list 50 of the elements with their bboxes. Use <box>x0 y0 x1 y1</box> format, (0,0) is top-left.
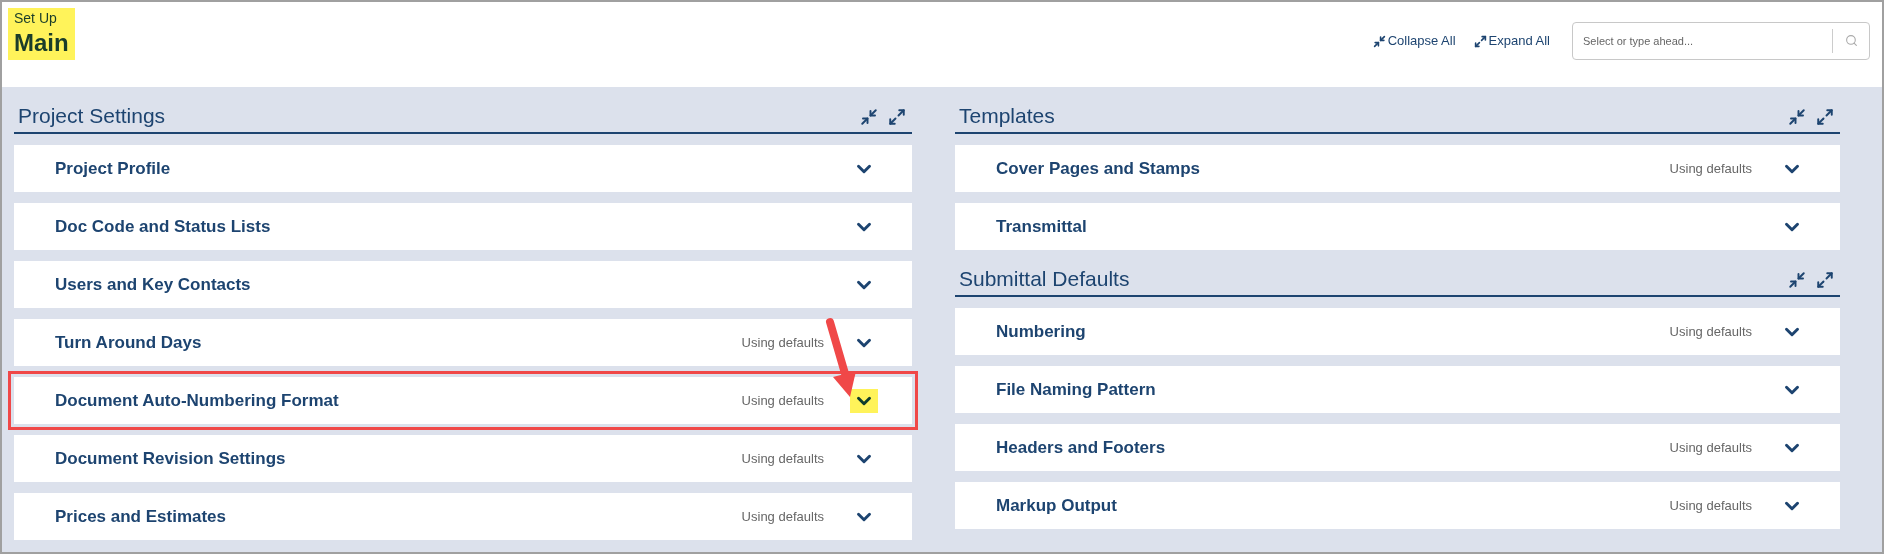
row-label: Document Auto-Numbering Format <box>55 389 340 412</box>
row-label: Transmittal <box>996 215 1088 238</box>
settings-row[interactable]: Markup Output Using defaults <box>955 482 1840 529</box>
section-title: Submittal Defaults <box>959 268 1131 289</box>
collapse-all-link[interactable]: Collapse All <box>1372 31 1456 51</box>
status-text: Using defaults <box>1669 438 1752 457</box>
status-text: Using defaults <box>1669 322 1752 341</box>
row-label: Prices and Estimates <box>55 505 228 528</box>
settings-row[interactable]: File Naming Pattern <box>955 366 1840 413</box>
settings-row[interactable]: Document Revision Settings Using defaults <box>14 435 912 482</box>
row-label: Users and Key Contacts <box>55 273 252 296</box>
settings-row[interactable]: Users and Key Contacts <box>14 261 912 308</box>
row-label: Cover Pages and Stamps <box>996 157 1202 180</box>
collapse-icon[interactable] <box>860 108 878 126</box>
collapse-icon[interactable] <box>1788 271 1806 289</box>
settings-row[interactable]: Doc Code and Status Lists <box>14 203 912 250</box>
status-text: Using defaults <box>741 391 824 410</box>
settings-row[interactable]: Transmittal <box>955 203 1840 250</box>
expand-icon[interactable] <box>1816 108 1834 126</box>
expand-icon <box>1473 34 1487 48</box>
status-text: Using defaults <box>741 333 824 352</box>
row-label: Turn Around Days <box>55 331 203 354</box>
expand-icon[interactable] <box>888 108 906 126</box>
section-title: Templates <box>959 105 1056 126</box>
row-label: Doc Code and Status Lists <box>55 215 272 238</box>
chevron-down-icon[interactable] <box>850 388 878 413</box>
breadcrumb: Set Up <box>14 10 58 28</box>
row-label: File Naming Pattern <box>996 378 1157 401</box>
collapse-icon[interactable] <box>1788 108 1806 126</box>
row-label: Numbering <box>996 320 1087 343</box>
status-text: Using defaults <box>1669 159 1752 178</box>
settings-row[interactable]: Prices and Estimates Using defaults <box>14 493 912 540</box>
expand-all-link[interactable]: Expand All <box>1473 31 1550 51</box>
row-label: Markup Output <box>996 494 1118 517</box>
row-label: Headers and Footers <box>996 436 1167 459</box>
settings-row[interactable]: Cover Pages and Stamps Using defaults <box>955 145 1840 192</box>
status-text: Using defaults <box>1669 496 1752 515</box>
page-title: Main <box>14 27 69 58</box>
settings-row[interactable]: Numbering Using defaults <box>955 308 1840 355</box>
row-label: Project Profile <box>55 157 172 180</box>
status-text: Using defaults <box>741 449 824 468</box>
expand-icon[interactable] <box>1816 271 1834 289</box>
search-field[interactable]: Select or type ahead... <box>1572 22 1870 60</box>
collapse-icon <box>1372 34 1386 48</box>
settings-row[interactable]: Headers and Footers Using defaults <box>955 424 1840 471</box>
section-title: Project Settings <box>18 105 167 126</box>
row-label: Document Revision Settings <box>55 447 287 470</box>
settings-row[interactable]: Turn Around Days Using defaults <box>14 319 912 366</box>
status-text: Using defaults <box>741 507 824 526</box>
settings-row[interactable]: Project Profile <box>14 145 912 192</box>
